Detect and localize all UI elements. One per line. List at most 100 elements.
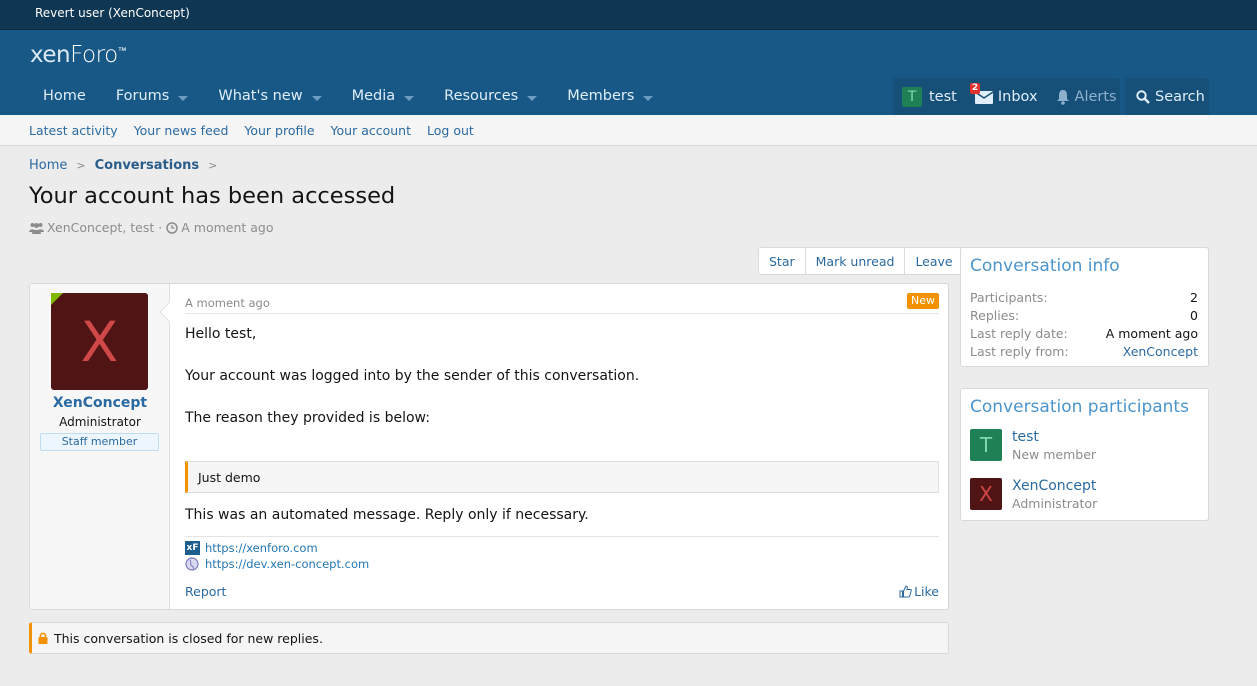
quote-block: Just demo — [185, 461, 939, 493]
nav-whats-new[interactable]: What's new — [203, 78, 336, 115]
participant-avatar[interactable]: T — [970, 429, 1002, 461]
info-row: Last reply from: XenConcept — [970, 344, 1198, 359]
closed-notice-text: This conversation is closed for new repl… — [54, 630, 323, 646]
logo-text-foro: Foro — [70, 42, 118, 68]
staff-banner: Staff member — [40, 433, 159, 451]
subnav-log-out[interactable]: Log out — [419, 115, 482, 145]
divider — [185, 313, 939, 314]
lock-icon — [38, 632, 48, 644]
thumbs-up-icon — [899, 585, 912, 598]
chevron-down-icon[interactable] — [404, 96, 415, 101]
chevron-down-icon[interactable] — [643, 96, 654, 101]
participant-name[interactable]: test — [1012, 429, 1096, 446]
info-value: 2 — [1190, 290, 1198, 305]
conversation-info-title: Conversation info — [970, 256, 1120, 276]
alerts-link[interactable]: Alerts — [1047, 78, 1126, 115]
author-avatar[interactable]: X — [51, 293, 148, 390]
message-user-panel: X XenConcept Administrator Staff member — [30, 284, 170, 609]
chevron-down-icon[interactable] — [311, 96, 322, 101]
last-reply-from-link[interactable]: XenConcept — [1123, 344, 1198, 359]
breadcrumb: Home > Conversations > — [29, 158, 226, 173]
chevron-down-icon[interactable] — [178, 96, 189, 101]
participant-role: Administrator — [1012, 496, 1098, 511]
chevron-down-icon[interactable] — [527, 96, 538, 101]
revert-user-link[interactable]: Revert user (XenConcept) — [35, 6, 190, 20]
message-text: This was an automated message. Reply onl… — [185, 507, 589, 523]
message-text: Your account was logged into by the send… — [185, 368, 640, 384]
signature-link-xenforo[interactable]: https://xenforo.com — [205, 541, 318, 555]
nav-label: Forums — [115, 88, 170, 104]
leave-button[interactable]: Leave — [905, 248, 962, 274]
info-key: Last reply date: — [970, 326, 1068, 341]
message-text: Hello test, — [185, 326, 257, 342]
nav-resources[interactable]: Resources — [429, 78, 552, 115]
closed-notice: This conversation is closed for new repl… — [29, 622, 949, 654]
search-label: Search — [1155, 88, 1205, 105]
conversation-participants-block: Conversation participants T test New mem… — [960, 388, 1209, 521]
author-name[interactable]: XenConcept — [30, 395, 170, 411]
nav-members[interactable]: Members — [552, 78, 668, 115]
clock-icon — [166, 221, 178, 234]
main-nav: Home Forums What's new Media Resources M… — [28, 78, 668, 115]
site-header: xenForo™ Home Forums What's new Media Re… — [0, 30, 1257, 115]
info-key: Last reply from: — [970, 344, 1069, 359]
subnav-your-profile[interactable]: Your profile — [236, 115, 322, 145]
info-key: Participants: — [970, 290, 1048, 305]
participant-item: X XenConcept Administrator — [970, 478, 1097, 513]
signature-line: xF https://xenforo.com — [185, 541, 318, 555]
like-button[interactable]: Like — [899, 584, 939, 599]
participant-name[interactable]: XenConcept — [1012, 478, 1097, 495]
chevron-right-icon: > — [76, 159, 86, 172]
globe-icon — [185, 557, 199, 571]
breadcrumb-home[interactable]: Home — [29, 158, 67, 173]
subnav-news-feed[interactable]: Your news feed — [126, 115, 237, 145]
nav-label: Media — [351, 88, 396, 104]
conversation-time: A moment ago — [181, 220, 274, 235]
username-label: test — [929, 88, 957, 105]
search-button[interactable]: Search — [1125, 78, 1209, 115]
nav-label: Members — [567, 88, 635, 104]
participant-avatar[interactable]: X — [970, 478, 1002, 510]
nav-media[interactable]: Media — [337, 78, 430, 115]
info-row: Last reply date: A moment ago — [970, 326, 1198, 341]
users-icon — [29, 222, 44, 234]
conversation-info-block: Conversation info Participants: 2 Replies… — [960, 247, 1209, 367]
new-badge: New — [907, 293, 939, 309]
author-title: Administrator — [59, 415, 141, 429]
site-logo[interactable]: xenForo™ — [30, 42, 127, 68]
message-content: A moment ago New Hello test, Your accoun… — [185, 284, 939, 609]
logo-text-xen: xen — [30, 42, 71, 68]
star-button[interactable]: Star — [759, 248, 806, 274]
message-date[interactable]: A moment ago — [185, 296, 270, 310]
signature-link-xen-concept[interactable]: https://dev.xen-concept.com — [205, 557, 369, 571]
signature-divider — [185, 536, 939, 537]
info-value: 0 — [1190, 308, 1198, 323]
meta-separator: · — [158, 220, 163, 235]
participants-title: Conversation participants — [970, 397, 1189, 417]
mark-unread-button[interactable]: Mark unread — [806, 248, 906, 274]
online-indicator — [51, 293, 63, 305]
conversation-actions: Star Mark unread Leave — [758, 247, 964, 275]
account-link[interactable]: T test — [893, 78, 966, 115]
message-text: The reason they provided is below: — [185, 410, 430, 426]
report-link[interactable]: Report — [185, 584, 226, 599]
message: X XenConcept Administrator Staff member … — [29, 283, 949, 610]
nav-label: Resources — [444, 88, 519, 104]
nav-forums[interactable]: Forums — [101, 78, 204, 115]
conversation-meta: XenConcept, test · A moment ago — [29, 220, 274, 235]
nav-home[interactable]: Home — [28, 78, 101, 115]
info-row: Participants: 2 — [970, 290, 1198, 305]
inbox-label: Inbox — [997, 88, 1038, 105]
breadcrumb-conversations[interactable]: Conversations — [95, 158, 200, 173]
inbox-link[interactable]: 2 Inbox — [966, 78, 1047, 115]
alerts-label: Alerts — [1074, 88, 1117, 105]
nav-label: Home — [43, 88, 86, 104]
page-title: Your account has been accessed — [29, 183, 396, 209]
chevron-right-icon: > — [208, 159, 218, 172]
signature-line: https://dev.xen-concept.com — [185, 557, 369, 571]
nav-label: What's new — [218, 88, 303, 104]
subnav-your-account[interactable]: Your account — [323, 115, 419, 145]
inbox-count-badge: 2 — [969, 83, 981, 94]
info-key: Replies: — [970, 308, 1020, 323]
subnav-latest-activity[interactable]: Latest activity — [21, 115, 126, 145]
